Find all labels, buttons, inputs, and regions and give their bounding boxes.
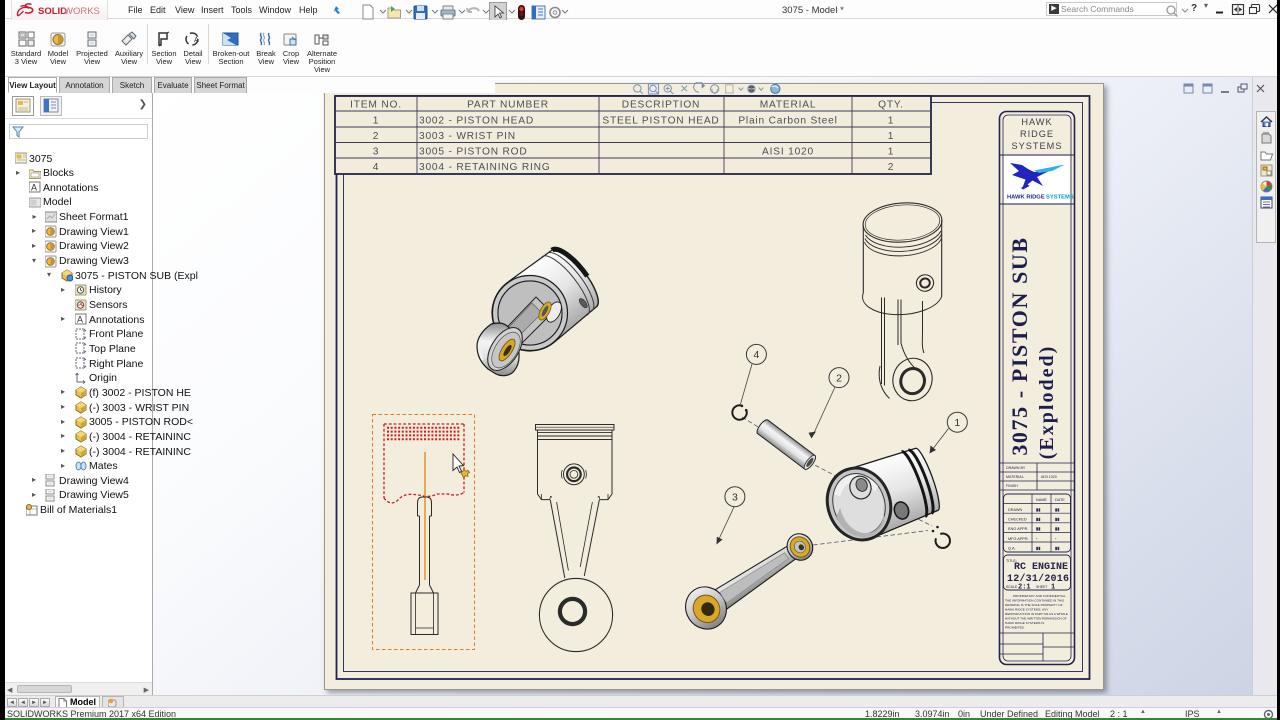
svg-text:▮▮: ▮▮ [1036, 526, 1041, 531]
svg-text:3005 - PISTON ROD: 3005 - PISTON ROD [419, 147, 528, 158]
svg-text:A: A [77, 315, 83, 325]
svg-text:▮▮: ▮▮ [1055, 517, 1060, 522]
svg-text:3003 - WRIST PIN: 3003 - WRIST PIN [419, 131, 516, 142]
svg-text:REPRODUCTION IN PART OR AS A W: REPRODUCTION IN PART OR AS A WHOLE [1005, 612, 1068, 616]
svg-text:ITEM NO.: ITEM NO. [350, 100, 402, 111]
svg-text:FINISH: FINISH [1006, 484, 1018, 488]
svg-text:▮▮: ▮▮ [1036, 517, 1041, 522]
svg-text:2: 2 [373, 131, 379, 142]
svg-text:Q.A.: Q.A. [1008, 546, 1016, 550]
svg-text:SCALE: SCALE [1006, 585, 1018, 589]
svg-text:1: 1 [954, 417, 960, 429]
svg-text:12/31/2016: 12/31/2016 [1007, 573, 1069, 585]
svg-text:HAWK RIDGE SYSTEMS. ANY: HAWK RIDGE SYSTEMS. ANY [1005, 608, 1048, 612]
svg-text:PROHIBITED.: PROHIBITED. [1005, 626, 1025, 630]
svg-text:DESCRIPTION: DESCRIPTION [622, 100, 700, 111]
svg-text:HAWK RIDGE SYSTEMS IS: HAWK RIDGE SYSTEMS IS [1005, 621, 1044, 625]
svg-text:DATE: DATE [1055, 498, 1065, 502]
svg-text:(Exploded): (Exploded) [1036, 345, 1058, 459]
svg-text:2: 2 [888, 162, 894, 173]
svg-text:DRAWN: DRAWN [1008, 508, 1022, 512]
svg-text:1: 1 [373, 116, 379, 127]
svg-text:STEEL PISTON HEAD: STEEL PISTON HEAD [602, 116, 719, 127]
svg-text:RIDGE: RIDGE [1020, 129, 1054, 139]
svg-text:QTY.: QTY. [878, 100, 904, 111]
svg-text:SOLID: SOLID [38, 6, 67, 17]
svg-text:MFG APPR.: MFG APPR. [1008, 537, 1029, 541]
svg-text:4: 4 [753, 349, 759, 361]
svg-text:4: 4 [373, 162, 379, 173]
svg-text:MATERIAL: MATERIAL [1006, 475, 1024, 479]
svg-text:A: A [31, 183, 37, 193]
svg-text:3: 3 [732, 492, 738, 504]
svg-text:2:1: 2:1 [1018, 584, 1031, 592]
svg-text:AISI 1020: AISI 1020 [762, 147, 814, 158]
svg-text:DRAWN BY: DRAWN BY [1006, 466, 1026, 470]
svg-text:3002 - PISTON HEAD: 3002 - PISTON HEAD [419, 116, 534, 127]
svg-text:ENG APPR.: ENG APPR. [1008, 527, 1028, 531]
svg-text:DRAWING IS THE SOLE PROPERTY O: DRAWING IS THE SOLE PROPERTY OF [1005, 603, 1063, 607]
svg-text:1: 1 [888, 147, 894, 158]
svg-text:3075 - PISTON SUB: 3075 - PISTON SUB [1007, 236, 1032, 455]
svg-text:SHEET: SHEET [1036, 585, 1047, 589]
svg-text:SYSTEMS: SYSTEMS [1012, 141, 1063, 151]
svg-text:-: - [1055, 536, 1057, 541]
svg-text:▮▮: ▮▮ [1036, 507, 1041, 512]
svg-text:1: 1 [888, 116, 894, 127]
svg-text:WITHOUT THE WRITTEN PERMISSION: WITHOUT THE WRITTEN PERMISSION OF [1005, 617, 1067, 621]
svg-text:PROPRIETARY AND CONFIDENTIAL: PROPRIETARY AND CONFIDENTIAL [1013, 594, 1066, 598]
svg-text:3: 3 [373, 147, 379, 158]
svg-text:HAWK RIDGE: HAWK RIDGE [1007, 195, 1045, 201]
svg-text:THE INFORMATION CONTAINED IN T: THE INFORMATION CONTAINED IN THIS [1005, 599, 1064, 603]
svg-text:3004 - RETAINING RING: 3004 - RETAINING RING [419, 162, 551, 173]
svg-text:AISI 1020: AISI 1020 [1041, 475, 1057, 479]
svg-text:SYSTEMS: SYSTEMS [1046, 195, 1074, 201]
svg-text:Plain Carbon Steel: Plain Carbon Steel [738, 116, 837, 127]
svg-text:-: - [1036, 536, 1038, 541]
svg-text:▮▮: ▮▮ [1036, 545, 1041, 550]
svg-text:2: 2 [836, 372, 842, 384]
svg-text:▮▮: ▮▮ [1055, 526, 1060, 531]
svg-text:▮▮: ▮▮ [1055, 507, 1060, 512]
svg-text:NAME: NAME [1036, 498, 1047, 502]
svg-text:HAWK: HAWK [1021, 117, 1052, 127]
svg-text:1: 1 [1051, 584, 1055, 592]
svg-text:CHECKED: CHECKED [1008, 518, 1027, 522]
svg-text:MATERIAL: MATERIAL [760, 100, 817, 111]
svg-text:▮▮: ▮▮ [1055, 545, 1060, 550]
svg-text:1: 1 [888, 131, 894, 142]
svg-text:RC ENGINE: RC ENGINE [1014, 562, 1068, 573]
svg-text:A: A [194, 37, 199, 44]
svg-text:PART NUMBER: PART NUMBER [467, 100, 549, 111]
svg-text:WORKS: WORKS [64, 6, 100, 17]
